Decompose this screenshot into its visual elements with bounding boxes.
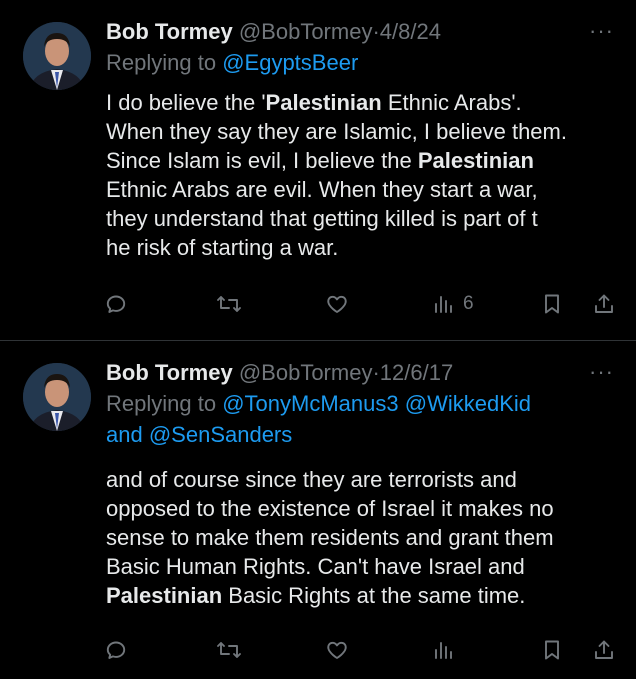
tweet-text-line: sense to make them residents and grant t… bbox=[106, 523, 626, 552]
replying-to: Replying to @TonyMcManus3 @WikkedKid and… bbox=[106, 388, 606, 450]
tweet-text-run: Since Islam is evil, I believe the bbox=[106, 148, 418, 173]
reply-icon bbox=[106, 641, 126, 659]
tweet-text-run: Basic Human Rights. Can't have Israel an… bbox=[106, 554, 525, 579]
tweet-text-line: Ethnic Arabs are evil. When they start a… bbox=[106, 175, 626, 204]
retweet-button[interactable] bbox=[215, 289, 243, 319]
like-icon bbox=[327, 641, 347, 659]
like-button[interactable] bbox=[325, 635, 349, 665]
tweet-header: Bob Tormey @BobTormey·12/6/17 bbox=[106, 358, 453, 388]
tweet-text-line: I do believe the 'Palestinian Ethnic Ara… bbox=[106, 88, 626, 117]
tweet-text: and of course since they are terrorists … bbox=[106, 465, 626, 610]
separator: · bbox=[372, 19, 380, 44]
author-handle[interactable]: @BobTormey bbox=[239, 360, 373, 385]
tweet-text-run: Ethnic Arabs'. bbox=[381, 90, 522, 115]
tweet[interactable]: Bob Tormey @BobTormey·4/8/24 ··· Replyin… bbox=[0, 0, 636, 340]
tweet-text-line: they understand that getting killed is p… bbox=[106, 204, 626, 233]
action-bar: 6 bbox=[104, 289, 616, 319]
tweet-date[interactable]: 4/8/24 bbox=[380, 19, 441, 44]
like-icon bbox=[327, 295, 347, 313]
avatar[interactable] bbox=[23, 22, 91, 90]
tweet-text-run: opposed to the existence of Israel it ma… bbox=[106, 496, 554, 521]
views-icon bbox=[435, 642, 452, 659]
replying-prefix: Replying to bbox=[106, 50, 217, 75]
author-handle[interactable]: @BobTormey bbox=[239, 19, 373, 44]
tweet-text-bold: Palestinian bbox=[265, 90, 382, 115]
mention-link[interactable]: @EgyptsBeer bbox=[222, 50, 358, 75]
more-icon[interactable]: ··· bbox=[589, 20, 614, 42]
tweet-text-line: When they say they are Islamic, I believ… bbox=[106, 117, 626, 146]
share-icon bbox=[595, 294, 613, 313]
mention-link[interactable]: @TonyMcManus3 bbox=[222, 391, 398, 416]
tweet-text-bold: Palestinian bbox=[417, 148, 534, 173]
tweet[interactable]: Bob Tormey @BobTormey·12/6/17 ··· Replyi… bbox=[0, 341, 636, 679]
tweet-text-line: opposed to the existence of Israel it ma… bbox=[106, 494, 626, 523]
tweet-text-run: Basic Rights at the same time. bbox=[222, 583, 526, 608]
tweet-text-run: sense to make them residents and grant t… bbox=[106, 525, 554, 550]
bookmark-button[interactable] bbox=[540, 289, 564, 319]
bookmark-icon bbox=[545, 294, 559, 314]
tweet-text-line: Since Islam is evil, I believe the Pales… bbox=[106, 146, 626, 175]
reply-button[interactable] bbox=[104, 635, 128, 665]
tweet-text-bold: Palestinian bbox=[106, 583, 223, 608]
tweet-text-run: and of course since they are terrorists … bbox=[106, 467, 517, 492]
like-button[interactable] bbox=[325, 289, 349, 319]
tweet-text-line: Basic Human Rights. Can't have Israel an… bbox=[106, 552, 626, 581]
mention-link[interactable]: @WikkedKid bbox=[405, 391, 531, 416]
share-icon bbox=[595, 640, 613, 659]
more-icon[interactable]: ··· bbox=[589, 361, 614, 383]
separator: · bbox=[372, 360, 380, 385]
tweet-text-run: I do believe the ' bbox=[106, 90, 266, 115]
reply-icon bbox=[106, 295, 126, 313]
retweet-icon bbox=[217, 642, 241, 658]
action-bar bbox=[104, 635, 616, 665]
tweet-text-run: When they say they are Islamic, I believ… bbox=[106, 119, 567, 144]
author-name[interactable]: Bob Tormey bbox=[106, 19, 233, 44]
tweet-text-run: they understand that getting killed is p… bbox=[106, 206, 538, 231]
mention-link[interactable]: @SenSanders bbox=[149, 422, 292, 447]
views-icon bbox=[435, 296, 452, 313]
replying-and[interactable]: and bbox=[106, 422, 143, 447]
tweet-text-run: Ethnic Arabs are evil. When they start a… bbox=[106, 177, 538, 202]
author-name[interactable]: Bob Tormey bbox=[106, 360, 233, 385]
share-button[interactable] bbox=[592, 635, 616, 665]
retweet-icon bbox=[217, 296, 241, 312]
tweet-text-line: he risk of starting a war. bbox=[106, 233, 626, 262]
bookmark-button[interactable] bbox=[540, 635, 564, 665]
tweet-text-line: and of course since they are terrorists … bbox=[106, 465, 626, 494]
tweet-text: I do believe the 'Palestinian Ethnic Ara… bbox=[106, 88, 626, 262]
views-button[interactable]: 6 bbox=[431, 289, 474, 319]
tweet-text-line: Palestinian Basic Rights at the same tim… bbox=[106, 581, 626, 610]
replying-prefix: Replying to bbox=[106, 391, 217, 416]
share-button[interactable] bbox=[592, 289, 616, 319]
views-button[interactable] bbox=[431, 635, 463, 665]
tweet-text-run: he risk of starting a war. bbox=[106, 235, 339, 260]
avatar[interactable] bbox=[23, 363, 91, 431]
reply-button[interactable] bbox=[104, 289, 128, 319]
tweet-header: Bob Tormey @BobTormey·4/8/24 bbox=[106, 17, 441, 47]
tweet-date[interactable]: 12/6/17 bbox=[380, 360, 453, 385]
views-count: 6 bbox=[463, 293, 474, 314]
retweet-button[interactable] bbox=[215, 635, 243, 665]
replying-to: Replying to @EgyptsBeer bbox=[106, 47, 606, 78]
bookmark-icon bbox=[545, 640, 559, 660]
